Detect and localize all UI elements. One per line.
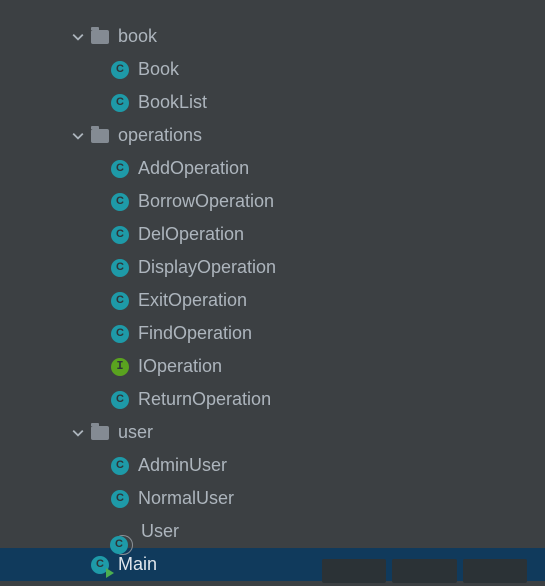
folder-icon	[90, 27, 110, 47]
package-node-user[interactable]: user	[0, 416, 545, 449]
abstract-class-node[interactable]: C User	[0, 515, 545, 548]
package-node-operations[interactable]: operations	[0, 119, 545, 152]
class-node[interactable]: C AdminUser	[0, 449, 545, 482]
class-label: DisplayOperation	[138, 251, 276, 284]
chevron-down-icon	[70, 29, 86, 45]
folder-icon	[90, 423, 110, 443]
class-icon: C	[110, 192, 130, 212]
class-label: User	[141, 515, 179, 548]
class-icon: C	[110, 291, 130, 311]
chevron-down-icon	[70, 425, 86, 441]
class-node[interactable]: C FindOperation	[0, 317, 545, 350]
class-node[interactable]: C NormalUser	[0, 482, 545, 515]
package-label: user	[118, 416, 153, 449]
class-icon: C	[110, 489, 130, 509]
interface-label: IOperation	[138, 350, 222, 383]
package-label: operations	[118, 119, 202, 152]
class-icon: C	[110, 60, 130, 80]
class-icon: C	[110, 159, 130, 179]
run-arrow-icon	[106, 568, 114, 578]
class-node[interactable]: C BorrowOperation	[0, 185, 545, 218]
class-node[interactable]: C ExitOperation	[0, 284, 545, 317]
class-label: ExitOperation	[138, 284, 247, 317]
decorative-smudge	[322, 559, 527, 583]
class-label: BookList	[138, 86, 207, 119]
class-icon: C	[110, 324, 130, 344]
class-node[interactable]: C AddOperation	[0, 152, 545, 185]
class-node[interactable]: C ReturnOperation	[0, 383, 545, 416]
class-icon: C	[110, 93, 130, 113]
interface-node[interactable]: I IOperation	[0, 350, 545, 383]
class-node[interactable]: C Book	[0, 53, 545, 86]
interface-icon: I	[110, 357, 130, 377]
class-label: ReturnOperation	[138, 383, 271, 416]
spacer	[70, 557, 86, 573]
class-label: AddOperation	[138, 152, 249, 185]
runnable-class-icon: C	[90, 555, 110, 575]
project-tree[interactable]: book C Book C BookList operations C AddO…	[0, 0, 545, 581]
class-node[interactable]: C DisplayOperation	[0, 251, 545, 284]
class-label: NormalUser	[138, 482, 234, 515]
package-node-book[interactable]: book	[0, 20, 545, 53]
class-node[interactable]: C DelOperation	[0, 218, 545, 251]
folder-icon	[90, 126, 110, 146]
class-icon: C	[110, 456, 130, 476]
chevron-down-icon	[70, 128, 86, 144]
class-icon: C	[110, 258, 130, 278]
package-label: book	[118, 20, 157, 53]
class-label: AdminUser	[138, 449, 227, 482]
class-label: DelOperation	[138, 218, 244, 251]
class-label: FindOperation	[138, 317, 252, 350]
class-icon: C	[110, 390, 130, 410]
class-icon: C	[110, 225, 130, 245]
class-node[interactable]: C BookList	[0, 86, 545, 119]
class-label: Book	[138, 53, 179, 86]
class-label: BorrowOperation	[138, 185, 274, 218]
